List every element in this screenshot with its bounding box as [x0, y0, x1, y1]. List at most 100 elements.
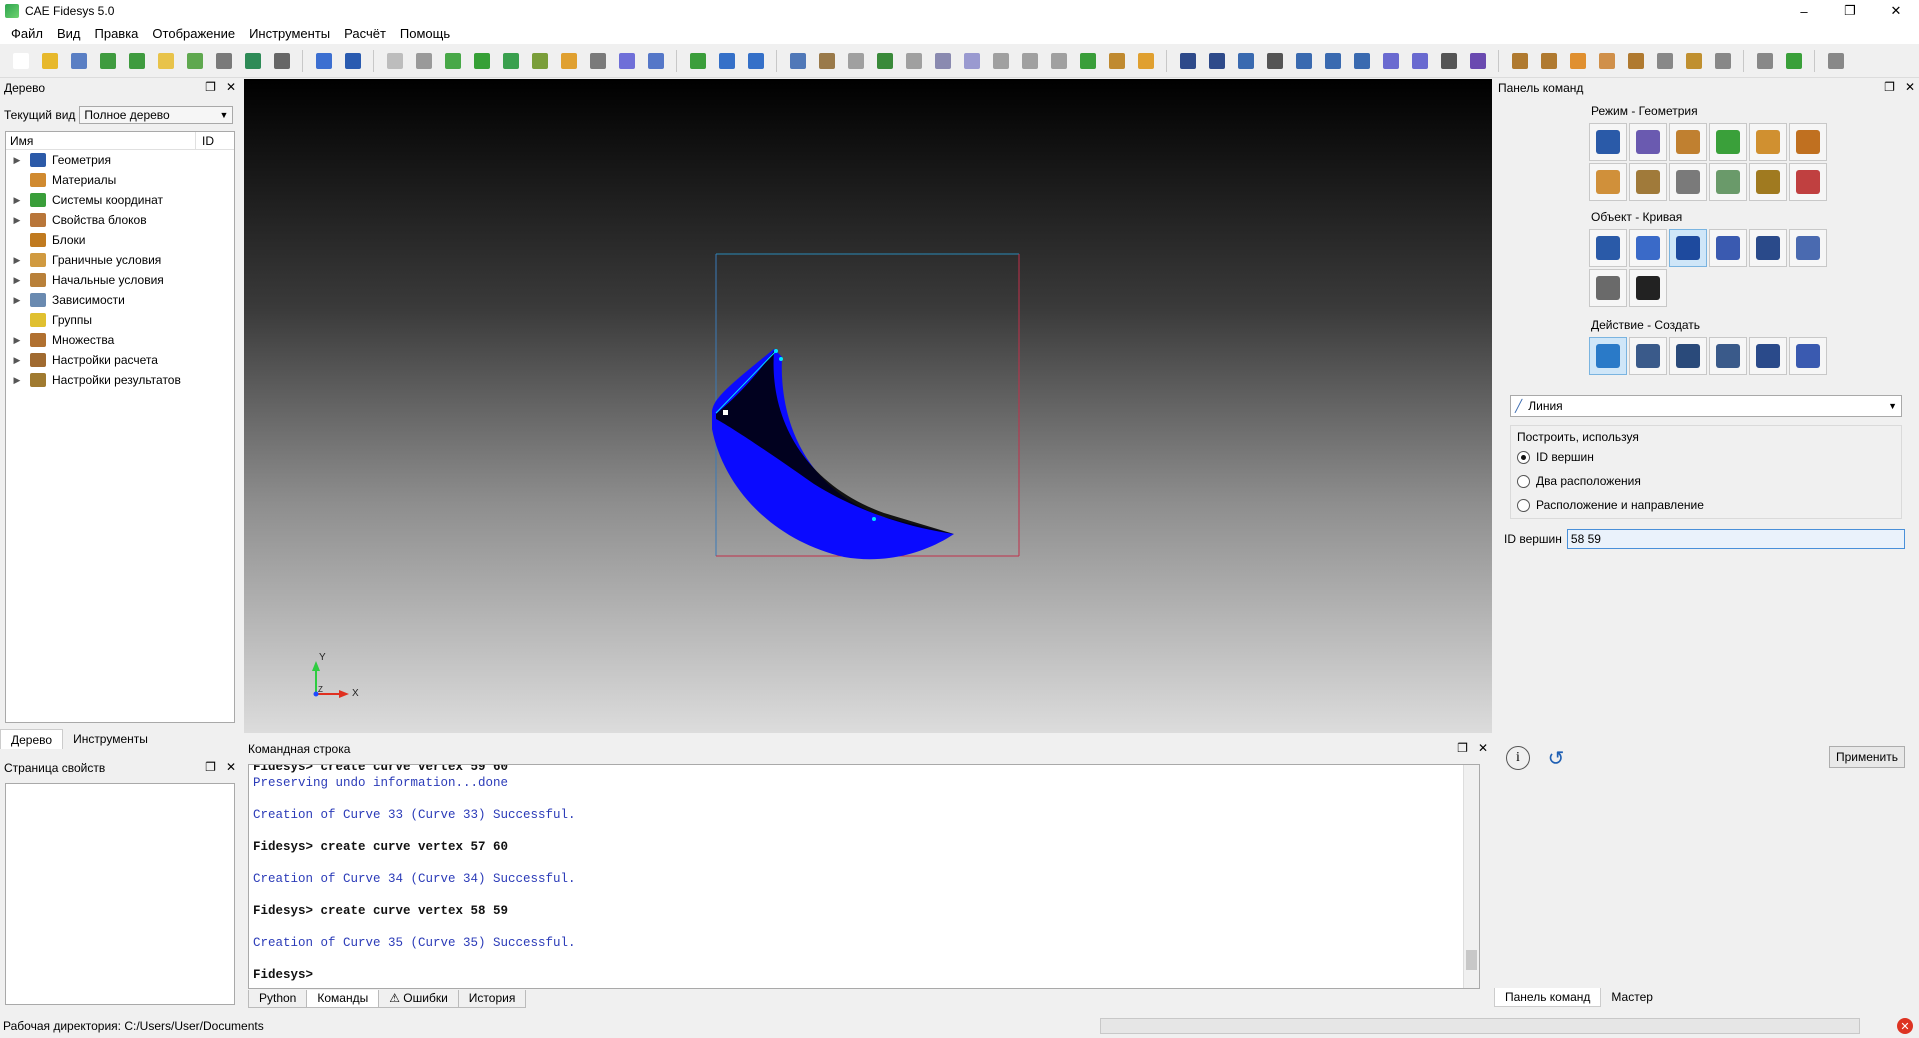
tab-errors[interactable]: ⚠ Ошибки [378, 990, 459, 1008]
tab-wizard[interactable]: Мастер [1601, 988, 1663, 1007]
expand-icon[interactable]: ▶ [10, 215, 24, 226]
zoom-out-icon[interactable] [745, 50, 767, 72]
3d-viewport[interactable]: Y X Z [244, 79, 1492, 733]
option-vertex-ids[interactable]: ID вершин [1517, 450, 1594, 464]
blocks-icon[interactable] [1177, 50, 1199, 72]
tree-item[interactable]: ▶ Настройки результатов [6, 370, 234, 390]
sets-mode-button[interactable] [1789, 123, 1827, 161]
section-icon[interactable] [1048, 50, 1070, 72]
transparent-icon[interactable] [500, 50, 522, 72]
tree-item[interactable]: Группы [6, 310, 234, 330]
transform-button[interactable] [1709, 337, 1747, 375]
rectangle-icon[interactable] [1380, 50, 1402, 72]
curve-icon[interactable] [1264, 50, 1286, 72]
maximize-button[interactable]: ❐ [1827, 0, 1873, 22]
inspect-mode-button[interactable] [1789, 163, 1827, 201]
constraint-icon[interactable] [1538, 50, 1560, 72]
import-icon[interactable] [126, 50, 148, 72]
tab-command-panel[interactable]: Панель команд [1494, 988, 1602, 1007]
view-right-icon[interactable] [990, 50, 1012, 72]
measure-button[interactable] [1589, 269, 1627, 307]
expand-icon[interactable]: ▶ [10, 355, 24, 366]
tree-item[interactable]: ▶ Свойства блоков [6, 210, 234, 230]
results-mode-button[interactable] [1749, 163, 1787, 201]
reset-icon[interactable]: ↺ [1544, 746, 1568, 770]
expand-icon[interactable]: ▶ [10, 375, 24, 386]
option-two-locations[interactable]: Два расположения [1517, 474, 1641, 488]
command-output[interactable]: Fidesys> create curve vertex 59 60 Preser… [248, 764, 1480, 989]
vertex-marker[interactable] [723, 410, 728, 415]
info-icon[interactable]: i [1506, 746, 1530, 770]
menu-edit[interactable]: Правка [88, 26, 146, 41]
dimension-icon[interactable] [1106, 50, 1128, 72]
vertex-point[interactable] [779, 357, 783, 361]
fit-icon[interactable] [787, 50, 809, 72]
perspective-icon[interactable] [816, 50, 838, 72]
temperature-icon[interactable] [1625, 50, 1647, 72]
group-button[interactable] [1749, 229, 1787, 267]
expand-icon[interactable]: ▶ [10, 295, 24, 306]
viewport-canvas[interactable]: Y X Z [244, 79, 1492, 733]
run-icon[interactable] [1783, 50, 1805, 72]
view-left-icon[interactable] [961, 50, 983, 72]
tree-item[interactable]: ▶ Системы координат [6, 190, 234, 210]
initial-mode-button[interactable] [1629, 163, 1667, 201]
vertex-button[interactable] [1709, 229, 1747, 267]
undock-icon[interactable]: ❐ [1884, 80, 1895, 94]
line-icon[interactable] [1351, 50, 1373, 72]
menu-file[interactable]: Файл [4, 26, 50, 41]
curved-body-shape[interactable] [712, 349, 954, 560]
view-top-icon[interactable] [903, 50, 925, 72]
surface-button[interactable] [1629, 229, 1667, 267]
journal-icon[interactable] [213, 50, 235, 72]
tree-item[interactable]: ▶ Зависимости [6, 290, 234, 310]
material-icon[interactable] [1654, 50, 1676, 72]
error-icon[interactable]: ✕ [1897, 1018, 1913, 1034]
vertex-icon[interactable] [1293, 50, 1315, 72]
formula-icon[interactable] [1683, 50, 1705, 72]
beam-icon[interactable] [1596, 50, 1618, 72]
cube-icon[interactable] [616, 50, 638, 72]
tab-history[interactable]: История [457, 990, 527, 1008]
calc-mode-button[interactable] [1709, 163, 1747, 201]
undock-icon[interactable]: ❐ [205, 80, 216, 94]
current-view-select[interactable]: Полное дерево ▼ [79, 106, 234, 124]
cylinder-icon[interactable] [1467, 50, 1489, 72]
undo-icon[interactable] [342, 50, 364, 72]
save-icon[interactable] [68, 50, 90, 72]
menu-view[interactable]: Вид [50, 26, 88, 41]
open-folder-icon[interactable] [39, 50, 61, 72]
graph-mode-button[interactable] [1669, 163, 1707, 201]
modify-button[interactable] [1629, 337, 1667, 375]
material-mode-button[interactable] [1669, 123, 1707, 161]
shaded-icon[interactable] [442, 50, 464, 72]
blocks-mode-button[interactable] [1749, 123, 1787, 161]
grid-mesh-icon[interactable] [1438, 50, 1460, 72]
pressure-icon[interactable] [1567, 50, 1589, 72]
solid-icon[interactable] [471, 50, 493, 72]
apply-button[interactable]: Применить [1829, 746, 1905, 768]
tree-item[interactable]: ▶ Настройки расчета [6, 350, 234, 370]
node-icon[interactable] [558, 50, 580, 72]
expand-icon[interactable]: ▶ [10, 255, 24, 266]
tree-item[interactable]: ▶ Геометрия [6, 150, 234, 170]
wireframe-icon[interactable] [384, 50, 406, 72]
tree-item[interactable]: ▶ Граничные условия [6, 250, 234, 270]
tree-item[interactable]: Блоки [6, 230, 234, 250]
volume-icon[interactable] [1206, 50, 1228, 72]
close-icon[interactable]: ✕ [1905, 80, 1915, 94]
boolean-button[interactable] [1789, 337, 1827, 375]
view-iso-icon[interactable] [1019, 50, 1041, 72]
load-icon[interactable] [1509, 50, 1531, 72]
tree-item[interactable]: ▶ Начальные условия [6, 270, 234, 290]
export-icon[interactable] [97, 50, 119, 72]
curve-type-select[interactable]: ╱ Линия ▼ [1510, 395, 1902, 417]
menu-display[interactable]: Отображение [145, 26, 242, 41]
script-icon[interactable] [155, 50, 177, 72]
tree-item[interactable]: Материалы [6, 170, 234, 190]
layout-icon[interactable] [645, 50, 667, 72]
copy-button[interactable] [1669, 337, 1707, 375]
close-icon[interactable]: ✕ [226, 760, 236, 774]
split-icon[interactable] [1754, 50, 1776, 72]
tools-icon[interactable] [271, 50, 293, 72]
